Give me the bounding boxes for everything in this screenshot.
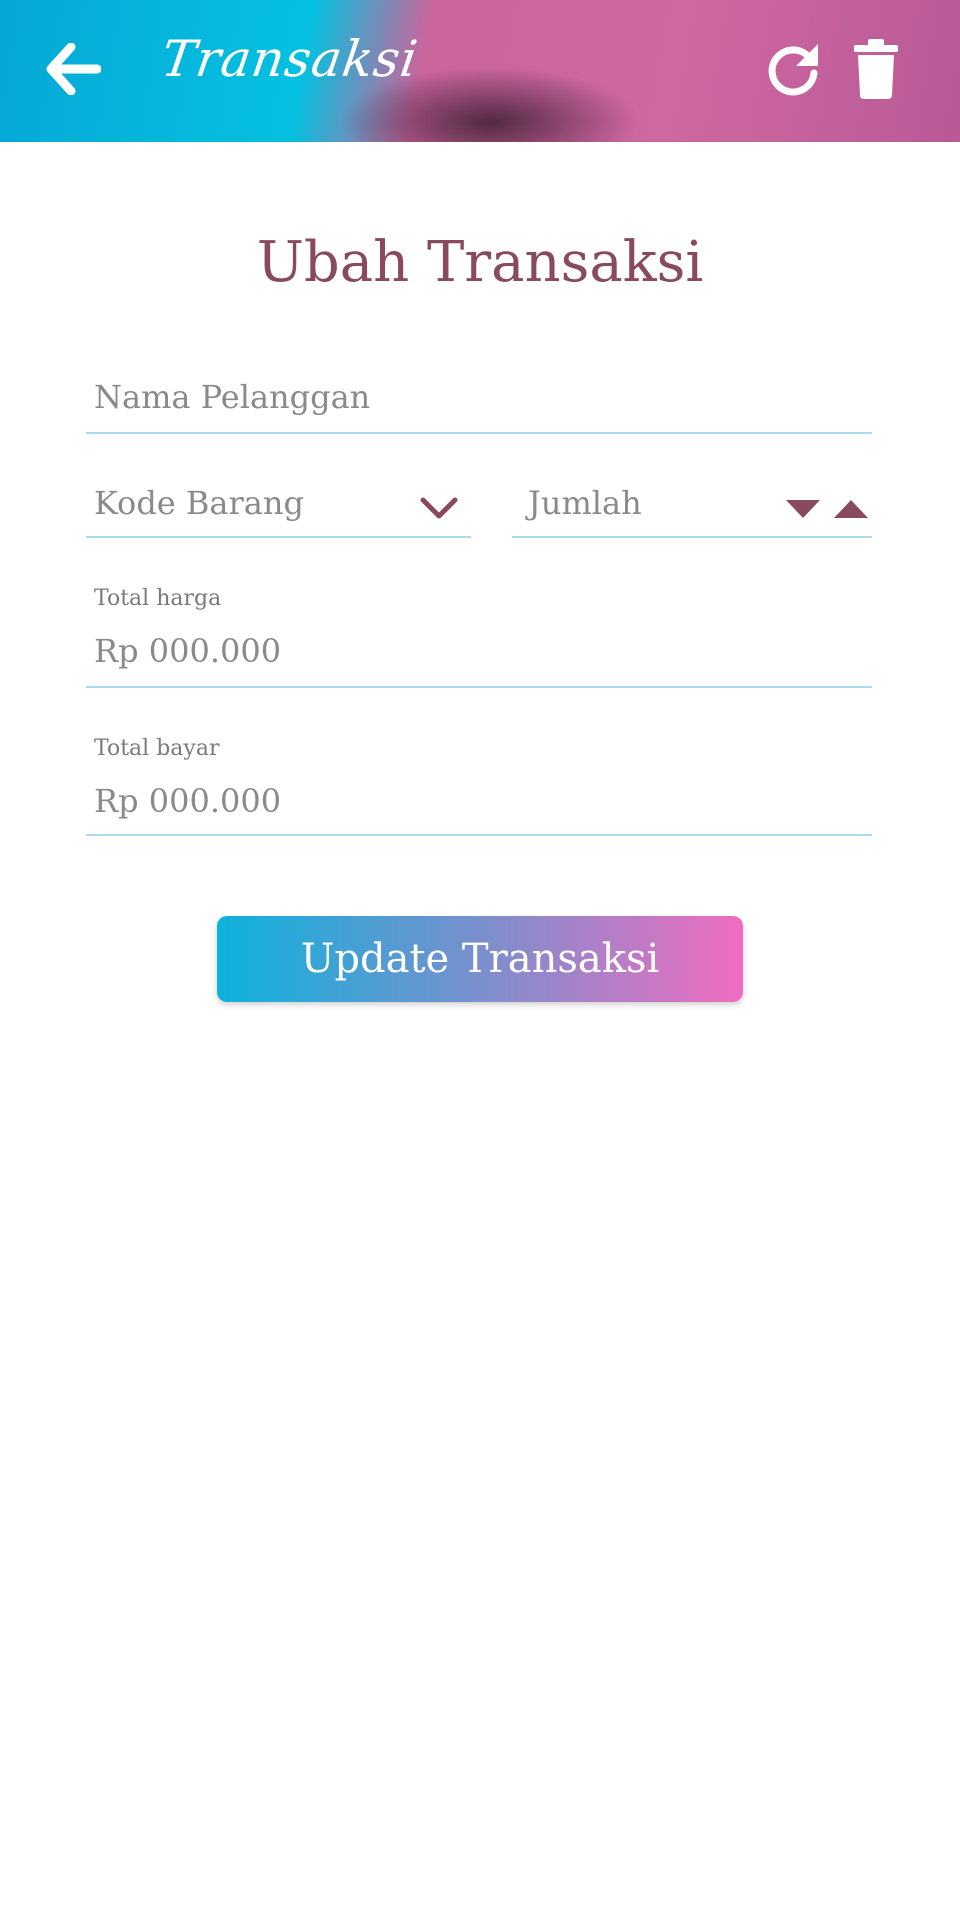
app-title: Transaksi [157,30,422,88]
total-bayar-value: Rp 000.000 [94,782,282,820]
nama-pelanggan-field[interactable]: Nama Pelanggan [86,370,872,434]
total-harga-label: Total harga [94,586,222,611]
trash-icon [854,39,898,99]
app-bar: Transaksi [0,0,960,142]
update-transaksi-button[interactable]: Update Transaksi [217,916,743,1002]
nama-pelanggan-placeholder: Nama Pelanggan [94,378,371,416]
jumlah-placeholder: Jumlah [528,484,642,522]
refresh-button[interactable] [760,36,826,102]
page-title: Ubah Transaksi [256,230,704,295]
delete-button[interactable] [848,36,904,102]
kode-barang-dropdown[interactable]: Kode Barang [86,476,471,538]
total-bayar-field[interactable]: Total bayar Rp 000.000 [86,736,872,836]
jumlah-stepper[interactable]: Jumlah [512,476,872,538]
refresh-icon [768,44,818,96]
total-bayar-label: Total bayar [94,736,220,761]
back-button[interactable] [38,38,108,100]
total-harga-value: Rp 000.000 [94,632,282,670]
total-harga-field[interactable]: Total harga Rp 000.000 [86,586,872,688]
chevron-down-icon[interactable] [419,494,459,522]
caret-up-icon[interactable] [832,496,870,520]
caret-down-icon[interactable] [784,496,822,520]
kode-barang-placeholder: Kode Barang [94,484,304,522]
arrow-left-icon [46,43,101,95]
